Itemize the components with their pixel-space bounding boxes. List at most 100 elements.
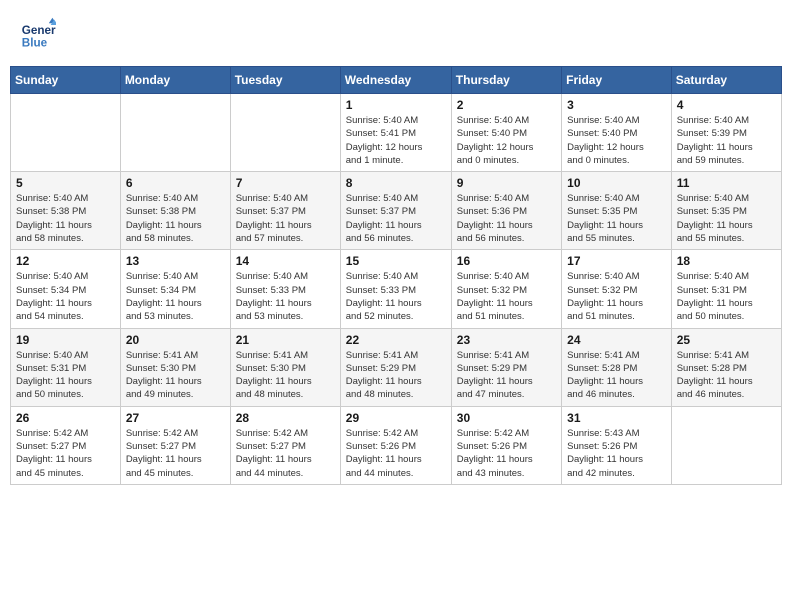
day-info: Sunrise: 5:40 AM Sunset: 5:36 PM Dayligh…	[457, 192, 556, 245]
calendar-cell: 4 Sunrise: 5:40 AM Sunset: 5:39 PM Daylig…	[671, 94, 781, 172]
day-info: Sunrise: 5:40 AM Sunset: 5:39 PM Dayligh…	[677, 114, 776, 167]
calendar-cell: 31 Sunrise: 5:43 AM Sunset: 5:26 PM Dayli…	[562, 406, 672, 484]
svg-text:Blue: Blue	[22, 37, 48, 50]
day-number: 2	[457, 98, 556, 112]
day-number: 18	[677, 254, 776, 268]
calendar-cell	[120, 94, 230, 172]
day-info: Sunrise: 5:40 AM Sunset: 5:35 PM Dayligh…	[677, 192, 776, 245]
svg-text:General: General	[22, 24, 56, 37]
calendar-cell: 17Sunrise: 5:40 AM Sunset: 5:32 PM Dayli…	[562, 250, 672, 328]
day-info: Sunrise: 5:43 AM Sunset: 5:26 PM Dayligh…	[567, 427, 666, 480]
calendar-cell: 29 Sunrise: 5:42 AM Sunset: 5:26 PM Dayli…	[340, 406, 451, 484]
day-number: 14	[236, 254, 335, 268]
calendar-cell	[11, 94, 121, 172]
calendar-cell: 13 Sunrise: 5:40 AM Sunset: 5:34 PM Dayli…	[120, 250, 230, 328]
calendar-cell: 2 Sunrise: 5:40 AM Sunset: 5:40 PM Daylig…	[451, 94, 561, 172]
day-info: Sunrise: 5:40 AM Sunset: 5:40 PM Dayligh…	[457, 114, 556, 167]
day-number: 9	[457, 176, 556, 190]
day-info: Sunrise: 5:41 AM Sunset: 5:29 PM Dayligh…	[457, 349, 556, 402]
day-info: Sunrise: 5:40 AM Sunset: 5:32 PM Dayligh…	[457, 270, 556, 323]
day-number: 30	[457, 411, 556, 425]
day-number: 10	[567, 176, 666, 190]
day-info: Sunrise: 5:40 AM Sunset: 5:33 PM Dayligh…	[236, 270, 335, 323]
calendar-cell: 6Sunrise: 5:40 AM Sunset: 5:38 PM Daylig…	[120, 172, 230, 250]
weekday-header-sunday: Sunday	[11, 67, 121, 94]
calendar-cell: 26Sunrise: 5:42 AM Sunset: 5:27 PM Dayli…	[11, 406, 121, 484]
day-number: 29	[346, 411, 446, 425]
day-info: Sunrise: 5:40 AM Sunset: 5:31 PM Dayligh…	[16, 349, 115, 402]
logo-icon: General Blue	[20, 16, 56, 52]
calendar-cell	[230, 94, 340, 172]
calendar-cell: 30Sunrise: 5:42 AM Sunset: 5:26 PM Dayli…	[451, 406, 561, 484]
calendar-cell: 27 Sunrise: 5:42 AM Sunset: 5:27 PM Dayli…	[120, 406, 230, 484]
day-number: 11	[677, 176, 776, 190]
calendar-cell: 23 Sunrise: 5:41 AM Sunset: 5:29 PM Dayli…	[451, 328, 561, 406]
day-number: 26	[16, 411, 115, 425]
calendar-cell: 12Sunrise: 5:40 AM Sunset: 5:34 PM Dayli…	[11, 250, 121, 328]
day-number: 21	[236, 333, 335, 347]
day-info: Sunrise: 5:42 AM Sunset: 5:27 PM Dayligh…	[126, 427, 225, 480]
calendar-week-row: 1 Sunrise: 5:40 AM Sunset: 5:41 PM Daylig…	[11, 94, 782, 172]
calendar-cell: 11 Sunrise: 5:40 AM Sunset: 5:35 PM Dayli…	[671, 172, 781, 250]
day-number: 13	[126, 254, 225, 268]
weekday-header-saturday: Saturday	[671, 67, 781, 94]
weekday-header-thursday: Thursday	[451, 67, 561, 94]
calendar-week-row: 5 Sunrise: 5:40 AM Sunset: 5:38 PM Daylig…	[11, 172, 782, 250]
calendar-cell: 28Sunrise: 5:42 AM Sunset: 5:27 PM Dayli…	[230, 406, 340, 484]
day-number: 15	[346, 254, 446, 268]
day-number: 5	[16, 176, 115, 190]
calendar-cell: 24Sunrise: 5:41 AM Sunset: 5:28 PM Dayli…	[562, 328, 672, 406]
calendar-cell: 7Sunrise: 5:40 AM Sunset: 5:37 PM Daylig…	[230, 172, 340, 250]
calendar-cell: 15 Sunrise: 5:40 AM Sunset: 5:33 PM Dayli…	[340, 250, 451, 328]
day-info: Sunrise: 5:41 AM Sunset: 5:30 PM Dayligh…	[126, 349, 225, 402]
day-number: 16	[457, 254, 556, 268]
day-info: Sunrise: 5:40 AM Sunset: 5:41 PM Dayligh…	[346, 114, 446, 167]
calendar-cell	[671, 406, 781, 484]
calendar-cell: 5 Sunrise: 5:40 AM Sunset: 5:38 PM Daylig…	[11, 172, 121, 250]
day-info: Sunrise: 5:41 AM Sunset: 5:28 PM Dayligh…	[677, 349, 776, 402]
day-number: 22	[346, 333, 446, 347]
calendar-cell: 14 Sunrise: 5:40 AM Sunset: 5:33 PM Dayli…	[230, 250, 340, 328]
day-info: Sunrise: 5:40 AM Sunset: 5:38 PM Dayligh…	[16, 192, 115, 245]
day-number: 3	[567, 98, 666, 112]
page-header: General Blue	[10, 10, 782, 58]
day-number: 23	[457, 333, 556, 347]
calendar-cell: 16 Sunrise: 5:40 AM Sunset: 5:32 PM Dayli…	[451, 250, 561, 328]
calendar-week-row: 19Sunrise: 5:40 AM Sunset: 5:31 PM Dayli…	[11, 328, 782, 406]
day-info: Sunrise: 5:40 AM Sunset: 5:33 PM Dayligh…	[346, 270, 446, 323]
day-info: Sunrise: 5:40 AM Sunset: 5:40 PM Dayligh…	[567, 114, 666, 167]
calendar-header-row: SundayMondayTuesdayWednesdayThursdayFrid…	[11, 67, 782, 94]
calendar-cell: 21 Sunrise: 5:41 AM Sunset: 5:30 PM Dayli…	[230, 328, 340, 406]
weekday-header-monday: Monday	[120, 67, 230, 94]
day-info: Sunrise: 5:41 AM Sunset: 5:30 PM Dayligh…	[236, 349, 335, 402]
day-number: 4	[677, 98, 776, 112]
day-number: 27	[126, 411, 225, 425]
calendar-cell: 20 Sunrise: 5:41 AM Sunset: 5:30 PM Dayli…	[120, 328, 230, 406]
weekday-header-wednesday: Wednesday	[340, 67, 451, 94]
day-info: Sunrise: 5:40 AM Sunset: 5:34 PM Dayligh…	[126, 270, 225, 323]
day-info: Sunrise: 5:41 AM Sunset: 5:28 PM Dayligh…	[567, 349, 666, 402]
day-info: Sunrise: 5:40 AM Sunset: 5:38 PM Dayligh…	[126, 192, 225, 245]
calendar-cell: 3 Sunrise: 5:40 AM Sunset: 5:40 PM Daylig…	[562, 94, 672, 172]
day-number: 28	[236, 411, 335, 425]
day-info: Sunrise: 5:40 AM Sunset: 5:32 PM Dayligh…	[567, 270, 666, 323]
calendar-cell: 22Sunrise: 5:41 AM Sunset: 5:29 PM Dayli…	[340, 328, 451, 406]
calendar-week-row: 26 Sunrise: 5:42 AM Sunset: 5:27 PM Dayli…	[11, 406, 782, 484]
calendar-cell: 8 Sunrise: 5:40 AM Sunset: 5:37 PM Daylig…	[340, 172, 451, 250]
calendar-cell: 25Sunrise: 5:41 AM Sunset: 5:28 PM Dayli…	[671, 328, 781, 406]
day-number: 31	[567, 411, 666, 425]
calendar-cell: 18 Sunrise: 5:40 AM Sunset: 5:31 PM Dayli…	[671, 250, 781, 328]
day-info: Sunrise: 5:40 AM Sunset: 5:31 PM Dayligh…	[677, 270, 776, 323]
calendar-cell: 1 Sunrise: 5:40 AM Sunset: 5:41 PM Daylig…	[340, 94, 451, 172]
day-number: 1	[346, 98, 446, 112]
calendar-table: SundayMondayTuesdayWednesdayThursdayFrid…	[10, 66, 782, 485]
day-info: Sunrise: 5:40 AM Sunset: 5:37 PM Dayligh…	[236, 192, 335, 245]
day-info: Sunrise: 5:42 AM Sunset: 5:26 PM Dayligh…	[346, 427, 446, 480]
calendar-cell: 10 Sunrise: 5:40 AM Sunset: 5:35 PM Dayli…	[562, 172, 672, 250]
day-number: 8	[346, 176, 446, 190]
day-number: 12	[16, 254, 115, 268]
day-number: 20	[126, 333, 225, 347]
calendar-cell: 19Sunrise: 5:40 AM Sunset: 5:31 PM Dayli…	[11, 328, 121, 406]
day-info: Sunrise: 5:40 AM Sunset: 5:35 PM Dayligh…	[567, 192, 666, 245]
day-info: Sunrise: 5:40 AM Sunset: 5:37 PM Dayligh…	[346, 192, 446, 245]
